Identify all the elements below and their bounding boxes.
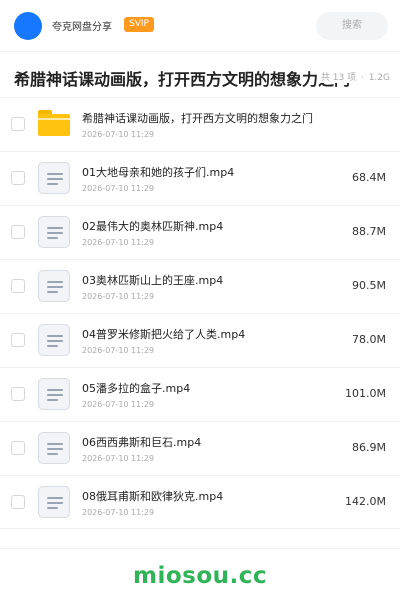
file-name: 06西西弗斯和巨石.mp4 xyxy=(82,436,202,449)
file-date: 2026-07-10 11:29 xyxy=(82,292,155,301)
share-title-row: 希腊神话课动画版，打开西方文明的想象力之门 共 13 项 · 1.2G xyxy=(0,56,400,96)
video-file-icon xyxy=(38,162,70,194)
file-size: 101.0M xyxy=(345,387,386,400)
item-count: 共 13 项 xyxy=(320,73,357,83)
file-date: 2026-07-10 11:29 xyxy=(82,400,155,409)
meta-separator: · xyxy=(360,73,364,83)
list-item[interactable]: 06西西弗斯和巨石.mp4 2026-07-10 11:29 86.9M xyxy=(0,421,400,475)
file-date: 2026-07-10 11:29 xyxy=(82,130,155,139)
select-checkbox[interactable] xyxy=(11,117,25,131)
total-size: 1.2G xyxy=(368,73,390,83)
file-date: 2026-07-10 11:29 xyxy=(82,454,155,463)
footer: miosou.cc xyxy=(0,548,400,600)
share-title: 希腊神话课动画版，打开西方文明的想象力之门 xyxy=(14,70,351,89)
file-date: 2026-07-10 11:29 xyxy=(82,184,155,193)
file-name: 08俄耳甫斯和欧律狄克.mp4 xyxy=(82,490,224,503)
list-item-folder[interactable]: 希腊神话课动画版，打开西方文明的想象力之门 2026-07-10 11:29 xyxy=(0,97,400,151)
select-checkbox[interactable] xyxy=(11,225,25,239)
svip-badge: SVIP xyxy=(124,17,154,32)
file-size: 88.7M xyxy=(352,225,386,238)
select-checkbox[interactable] xyxy=(11,441,25,455)
search-button[interactable]: 搜索 xyxy=(316,12,388,40)
select-checkbox[interactable] xyxy=(11,279,25,293)
file-name: 02最伟大的奥林匹斯神.mp4 xyxy=(82,220,224,233)
site-name: 夸克网盘分享 xyxy=(52,22,112,33)
file-date: 2026-07-10 11:29 xyxy=(82,238,155,247)
list-item[interactable]: 02最伟大的奥林匹斯神.mp4 2026-07-10 11:29 88.7M xyxy=(0,205,400,259)
file-size: 90.5M xyxy=(352,279,386,292)
share-meta: 共 13 项 · 1.2G xyxy=(316,70,390,83)
select-checkbox[interactable] xyxy=(11,171,25,185)
file-name: 01大地母亲和她的孩子们.mp4 xyxy=(82,166,235,179)
file-size: 142.0M xyxy=(345,495,386,508)
video-file-icon xyxy=(38,324,70,356)
list-item[interactable]: 08俄耳甫斯和欧律狄克.mp4 2026-07-10 11:29 142.0M xyxy=(0,475,400,529)
brand-watermark: miosou.cc xyxy=(132,563,268,589)
list-item[interactable]: 01大地母亲和她的孩子们.mp4 2026-07-10 11:29 68.4M xyxy=(0,151,400,205)
list-item[interactable]: 03奥林匹斯山上的王座.mp4 2026-07-10 11:29 90.5M xyxy=(0,259,400,313)
select-checkbox[interactable] xyxy=(11,495,25,509)
file-date: 2026-07-10 11:29 xyxy=(82,508,155,517)
file-size: 68.4M xyxy=(352,171,386,184)
file-name: 05潘多拉的盒子.mp4 xyxy=(82,382,191,395)
top-bar: 夸克网盘分享 SVIP 搜索 xyxy=(0,0,400,52)
file-name: 03奥林匹斯山上的王座.mp4 xyxy=(82,274,224,287)
file-name: 希腊神话课动画版，打开西方文明的想象力之门 xyxy=(82,112,313,125)
list-item[interactable]: 04普罗米修斯把火给了人类.mp4 2026-07-10 11:29 78.0M xyxy=(0,313,400,367)
video-file-icon xyxy=(38,216,70,248)
avatar-icon[interactable] xyxy=(14,12,42,40)
file-date: 2026-07-10 11:29 xyxy=(82,346,155,355)
select-checkbox[interactable] xyxy=(11,333,25,347)
file-size: 78.0M xyxy=(352,333,386,346)
video-file-icon xyxy=(38,432,70,464)
list-item[interactable]: 05潘多拉的盒子.mp4 2026-07-10 11:29 101.0M xyxy=(0,367,400,421)
video-file-icon xyxy=(38,378,70,410)
file-name: 04普罗米修斯把火给了人类.mp4 xyxy=(82,328,246,341)
select-checkbox[interactable] xyxy=(11,387,25,401)
file-list: 希腊神话课动画版，打开西方文明的想象力之门 2026-07-10 11:29 0… xyxy=(0,97,400,529)
video-file-icon xyxy=(38,270,70,302)
file-size: 86.9M xyxy=(352,441,386,454)
video-file-icon xyxy=(38,486,70,518)
folder-icon xyxy=(38,110,70,136)
